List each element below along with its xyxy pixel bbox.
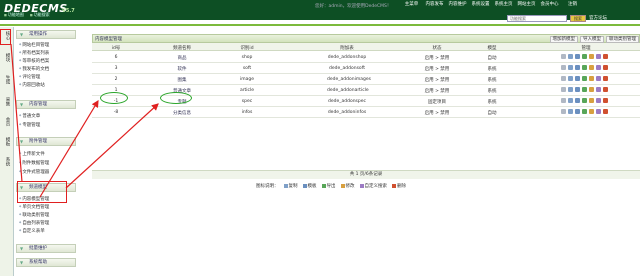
arrow-model-to-article bbox=[65, 103, 159, 189]
arrow-tab-to-model bbox=[10, 43, 23, 183]
arrow-model-to-id bbox=[39, 99, 99, 198]
annotation-arrows bbox=[10, 43, 159, 198]
